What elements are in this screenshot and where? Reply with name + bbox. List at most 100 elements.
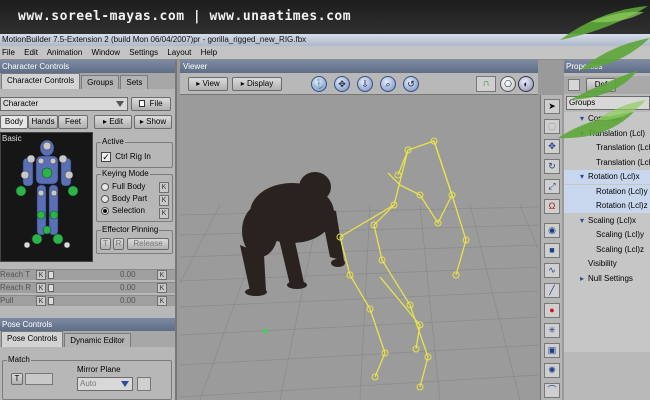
full-body-label: Full Body	[112, 182, 146, 191]
radio-selection[interactable]: Selection	[101, 205, 147, 217]
zoom-icon[interactable]: ⌕	[380, 76, 396, 92]
star-icon[interactable]: ✳	[544, 323, 560, 338]
move-icon[interactable]: ✥	[334, 76, 350, 92]
rotate-icon[interactable]: ↻	[544, 159, 560, 174]
property-label: Scaling (Lcl)z	[596, 244, 645, 254]
menu-animation[interactable]: Animation	[47, 48, 83, 57]
release-button[interactable]: Release	[127, 238, 169, 250]
viewer-title: Viewer	[183, 62, 208, 71]
ctrl-rig-in-checkbox[interactable]: ✓ Ctrl Rig In	[101, 152, 151, 162]
property-row[interactable]: ▸ Null Settings	[564, 272, 650, 286]
tab-groups[interactable]: Groups	[81, 75, 120, 89]
tab-pose-controls[interactable]: Pose Controls	[1, 331, 64, 347]
magnet-icon[interactable]: Ω	[544, 199, 560, 214]
tab-body[interactable]: Body	[0, 115, 28, 129]
reach-t-value: 0.00	[120, 270, 136, 279]
reach-r-key-button-right[interactable]: K	[157, 283, 167, 293]
property-row[interactable]: ▾ Rotation (Lcl)x	[564, 170, 650, 184]
property-row[interactable]: Rotation (Lcl)z	[564, 199, 650, 213]
tab-feet[interactable]: Feet	[58, 115, 88, 129]
paint-icon[interactable]: ◉	[544, 223, 560, 238]
character-avatar-view[interactable]: Basic	[0, 132, 93, 262]
match-translation-button[interactable]: T	[11, 373, 23, 385]
match-group: Match T Mirror Plane Auto	[2, 355, 172, 400]
file-button-label: File	[149, 99, 163, 108]
menu-help[interactable]: Help	[201, 48, 217, 57]
view-menu-button[interactable]: ▸ View	[188, 77, 228, 91]
character-controls-title: Character Controls	[2, 62, 70, 71]
pull-key-button-right[interactable]: K	[157, 296, 167, 306]
menu-settings[interactable]: Settings	[129, 48, 158, 57]
match-label: Match	[7, 355, 31, 364]
undo-icon[interactable]: ↺	[403, 76, 419, 92]
radio-icon	[101, 182, 109, 191]
show-button[interactable]: ▸ Show	[134, 115, 172, 129]
character-dropdown[interactable]: Character	[0, 97, 128, 111]
slider-handle[interactable]	[48, 284, 54, 292]
radio-full-body[interactable]: Full Body	[101, 181, 147, 193]
menu-window[interactable]: Window	[92, 48, 120, 57]
pull-key-button[interactable]: K	[36, 296, 46, 306]
mirror-plane-dropdown[interactable]: Auto	[77, 377, 133, 391]
ctrl-rig-in-label: Ctrl Rig In	[115, 152, 151, 162]
tab-character-controls[interactable]: Character Controls	[1, 73, 81, 89]
menu-file[interactable]: File	[2, 48, 15, 57]
cube-icon[interactable]: ■	[544, 243, 560, 258]
property-row[interactable]: Rotation (Lcl)y	[564, 184, 650, 199]
menu-layout[interactable]: Layout	[167, 48, 191, 57]
tab-hands[interactable]: Hands	[28, 115, 58, 129]
bamboo-leaves-decoration	[558, 6, 650, 139]
bone-icon[interactable]: ╱	[544, 283, 560, 298]
pull-slider[interactable]: Pull K 0.00 K	[0, 295, 175, 306]
key-full-body-button[interactable]: K	[159, 182, 169, 193]
curve-icon[interactable]: ∿	[544, 263, 560, 278]
tab-dynamic-editor[interactable]: Dynamic Editor	[64, 333, 131, 347]
reach-t-key-button[interactable]: K	[36, 270, 46, 280]
pose-controls-title: Pose Controls	[2, 320, 53, 329]
view-menu-label: View	[202, 79, 220, 88]
property-label: Null Settings	[588, 273, 633, 283]
property-row[interactable]: Visibility	[564, 257, 650, 271]
menu-edit[interactable]: Edit	[24, 48, 38, 57]
display-menu-label: Display	[247, 79, 274, 88]
reach-r-slider[interactable]: Reach R K 0.00 K	[0, 282, 175, 293]
collapse-icon[interactable]: ▾	[580, 214, 588, 228]
hook-icon[interactable]: ⌒	[544, 383, 560, 398]
reach-r-key-button[interactable]: K	[36, 283, 46, 293]
curve-tool-icon[interactable]: ∩	[476, 76, 496, 92]
slider-handle[interactable]	[48, 271, 54, 279]
scale-icon[interactable]: ⤢	[544, 179, 560, 194]
property-label: Rotation (Lcl)y	[596, 186, 648, 196]
anchor-icon[interactable]: ⚓	[311, 76, 327, 92]
radio-body-part[interactable]: Body Part	[101, 193, 147, 205]
pin-translation-button[interactable]: T	[100, 238, 111, 250]
edit-button[interactable]: ▸ Edit	[94, 115, 132, 129]
collapse-icon[interactable]: ▾	[580, 170, 588, 184]
property-row[interactable]: ▾ Scaling (Lcl)x	[564, 214, 650, 228]
camera-icon[interactable]: ⎔	[500, 76, 516, 92]
property-row[interactable]: Scaling (Lcl)z	[564, 243, 650, 257]
reach-t-slider[interactable]: Reach T K 0.00 K	[0, 269, 175, 280]
display-menu-button[interactable]: ▸ Display	[232, 77, 282, 91]
gorilla-model[interactable]	[240, 172, 345, 296]
reach-r-value: 0.00	[120, 283, 136, 292]
mirror-eye-icon[interactable]	[137, 377, 151, 391]
pin-rotation-button[interactable]: R	[113, 238, 124, 250]
slider-handle[interactable]	[48, 297, 54, 305]
expand-icon[interactable]: ▸	[580, 272, 588, 286]
record-icon[interactable]: ●	[544, 303, 560, 318]
reach-r-label: Reach R	[0, 283, 32, 292]
sphere-icon[interactable]: ◐	[518, 76, 534, 92]
tab-sets[interactable]: Sets	[120, 75, 149, 89]
file-button[interactable]: File	[131, 97, 171, 111]
key-selection-button[interactable]: K	[159, 208, 169, 219]
pin-icon[interactable]: ▣	[544, 343, 560, 358]
pose-controls-header: Pose Controls	[0, 318, 175, 331]
reach-t-key-button-right[interactable]: K	[157, 270, 167, 280]
reach-t-label: Reach T	[0, 270, 31, 279]
sun-icon[interactable]: ✺	[544, 363, 560, 378]
down-arrow-icon[interactable]: ⇩	[357, 76, 373, 92]
property-row[interactable]: Scaling (Lcl)y	[564, 228, 650, 242]
3d-viewport[interactable]	[180, 95, 538, 400]
key-body-part-button[interactable]: K	[159, 195, 169, 206]
